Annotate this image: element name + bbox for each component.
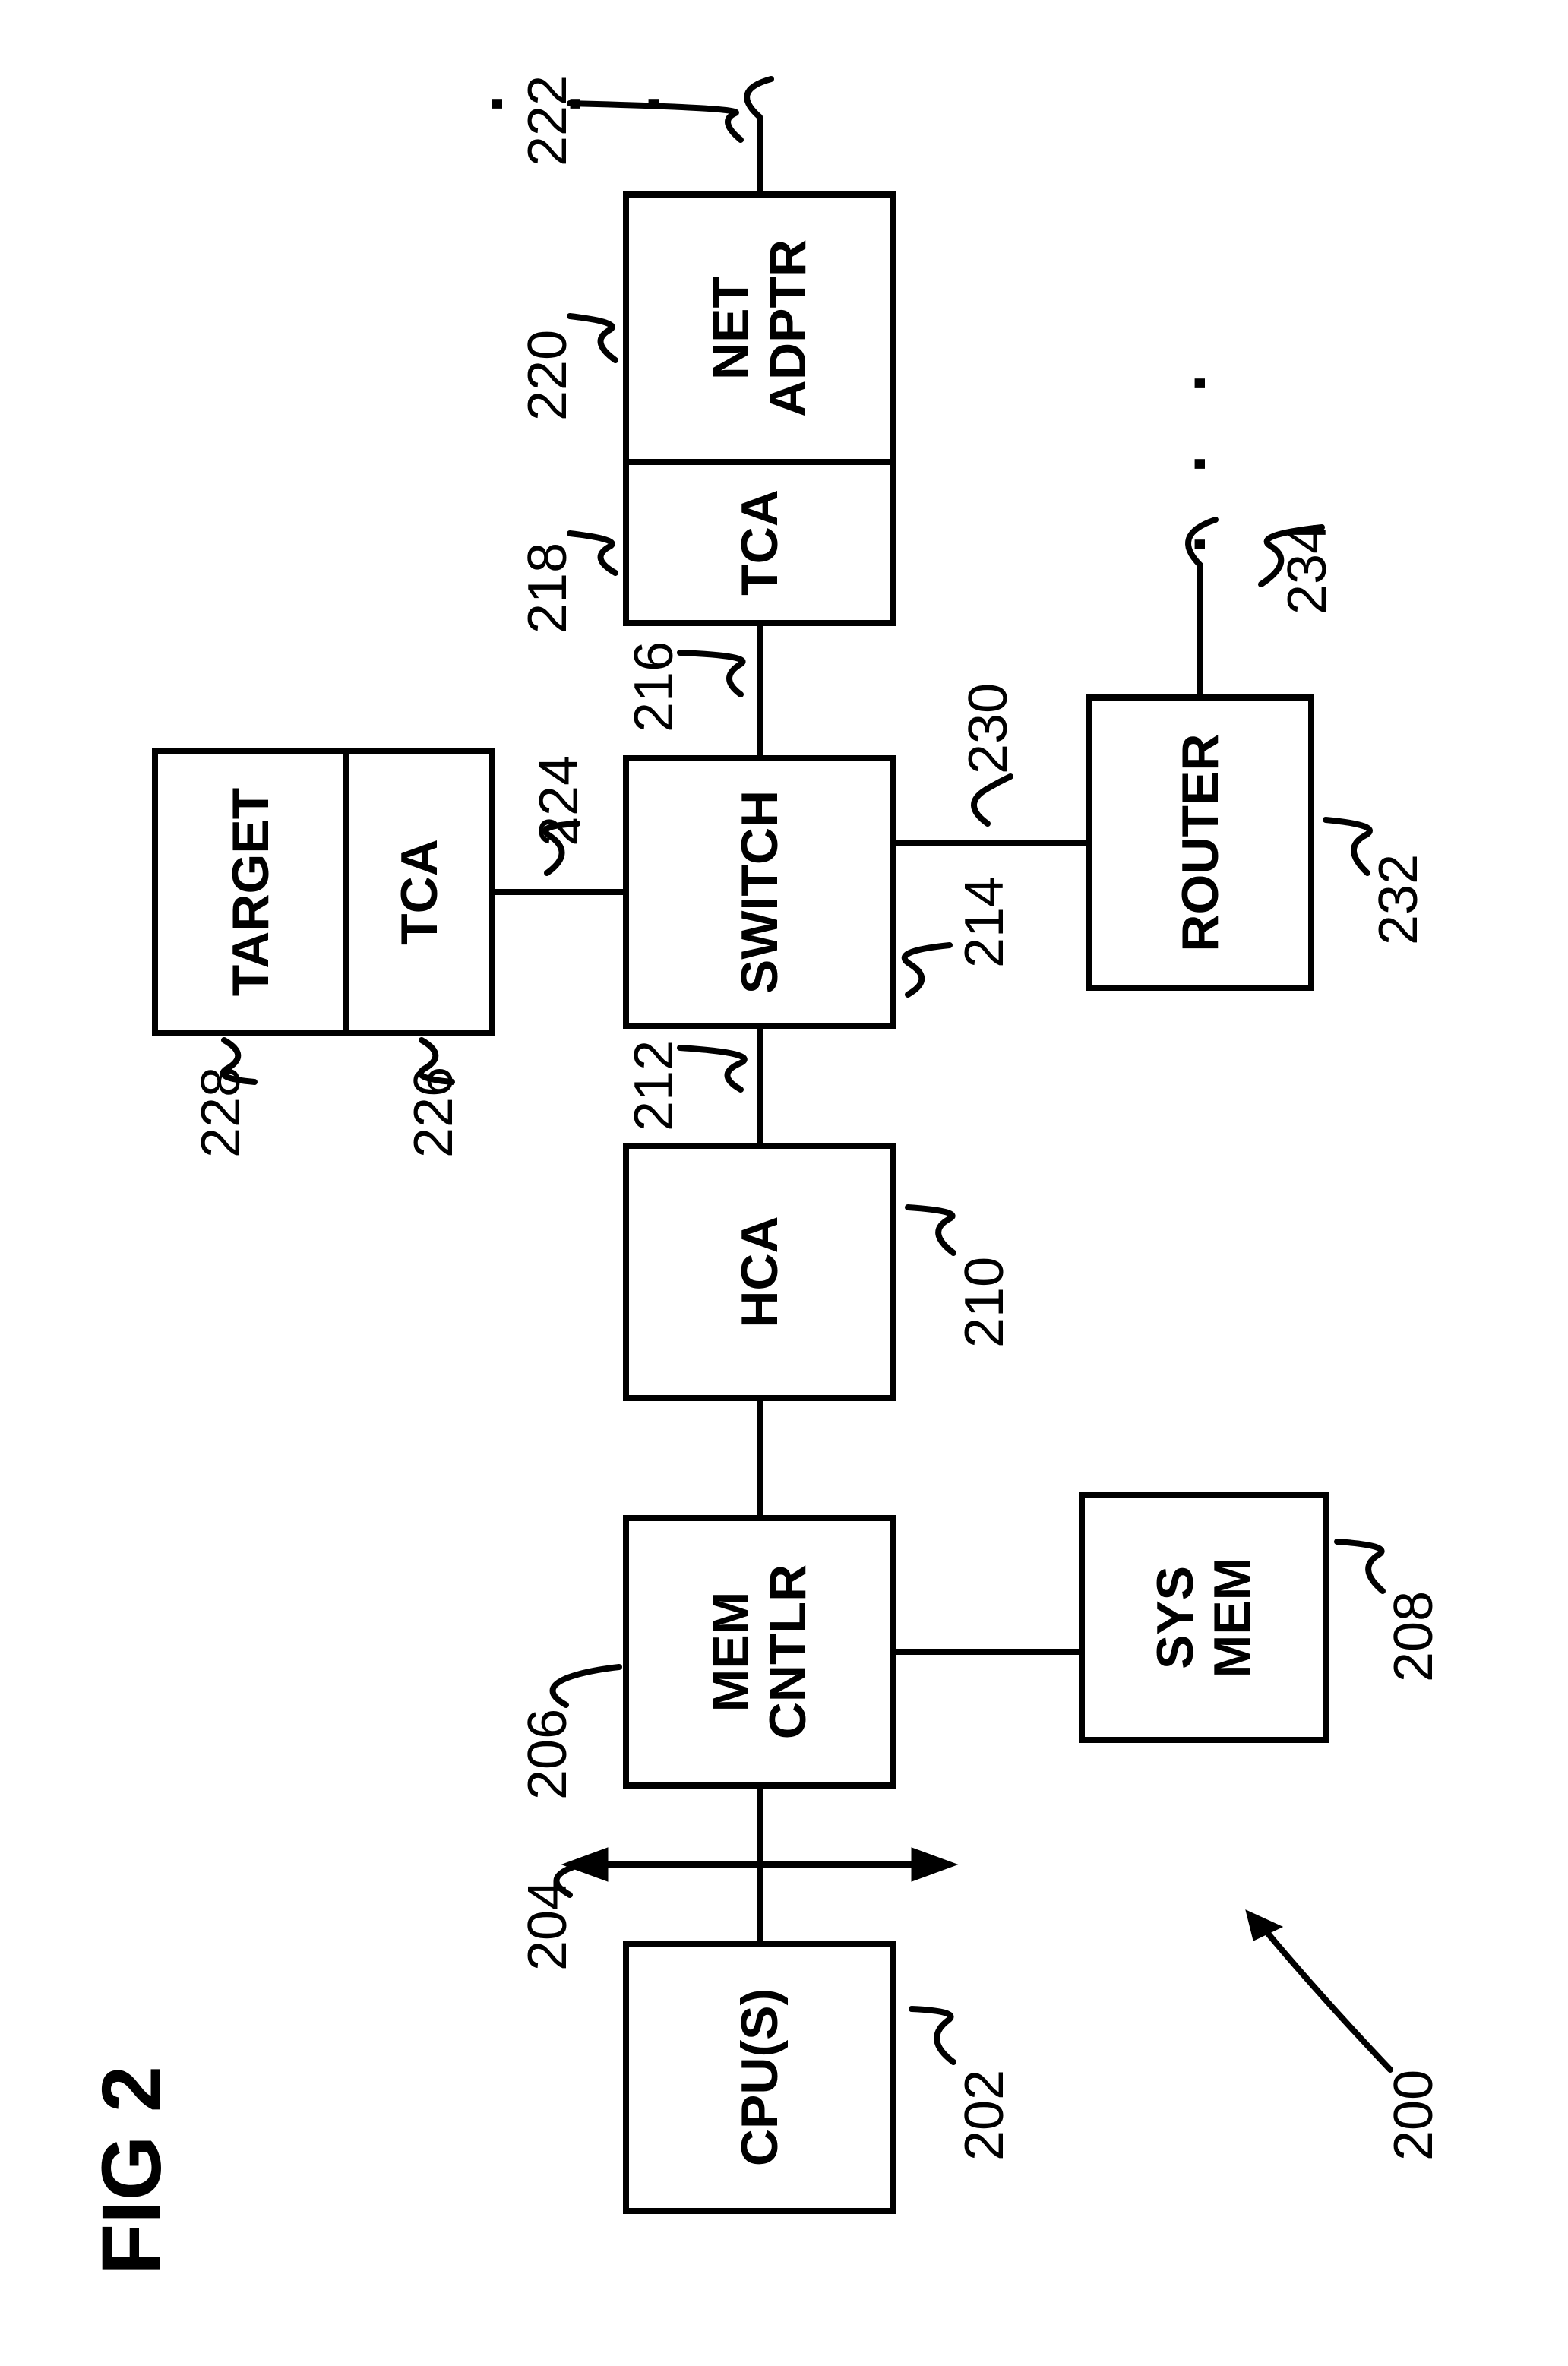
block-router-label: ROUTER bbox=[1172, 733, 1229, 951]
ellipsis-router: . . . bbox=[1143, 353, 1222, 554]
ref-206: 206 bbox=[517, 1709, 579, 1800]
block-hca-label: HCA bbox=[732, 1216, 789, 1327]
ref-234: 234 bbox=[1276, 523, 1339, 615]
block-cpu: CPU(S) bbox=[623, 1941, 896, 2214]
block-hca: HCA bbox=[623, 1143, 896, 1401]
block-sysmem-label: SYS MEM bbox=[1147, 1558, 1261, 1678]
ref-200: 200 bbox=[1383, 2070, 1445, 2161]
ref-216: 216 bbox=[623, 641, 685, 732]
block-switch-label: SWITCH bbox=[732, 790, 789, 994]
ref-218: 218 bbox=[517, 542, 579, 634]
ref-230: 230 bbox=[957, 683, 1020, 774]
block-tca-right-label: TCA bbox=[732, 489, 789, 596]
ref-232: 232 bbox=[1367, 854, 1430, 945]
ref-220: 220 bbox=[517, 330, 579, 421]
ref-204: 204 bbox=[517, 1880, 579, 1971]
ref-214: 214 bbox=[953, 877, 1016, 968]
block-tca-top-label: TCA bbox=[391, 839, 448, 945]
ref-208: 208 bbox=[1383, 1591, 1445, 1682]
block-switch: SWITCH bbox=[623, 755, 896, 1029]
ref-228: 228 bbox=[190, 1067, 252, 1158]
block-tca-top: TCA bbox=[343, 748, 495, 1036]
block-memctlr-label: MEM CNTLR bbox=[703, 1564, 817, 1739]
block-netadptr: NET ADPTR bbox=[623, 191, 896, 465]
block-target-label: TARGET bbox=[223, 788, 280, 997]
figure-label: FIG 2 bbox=[84, 2066, 180, 2275]
ref-212: 212 bbox=[623, 1040, 685, 1131]
ref-226: 226 bbox=[403, 1067, 465, 1158]
ref-224: 224 bbox=[528, 755, 590, 846]
ellipsis-netadptr: . . . bbox=[441, 0, 675, 113]
block-router: ROUTER bbox=[1086, 694, 1314, 991]
block-cpu-label: CPU(S) bbox=[732, 1988, 789, 2166]
ref-210: 210 bbox=[953, 1257, 1016, 1348]
block-memctlr: MEM CNTLR bbox=[623, 1515, 896, 1789]
block-tca-right: TCA bbox=[623, 459, 896, 626]
ref-202: 202 bbox=[953, 2070, 1016, 2161]
block-netadptr-label: NET ADPTR bbox=[703, 239, 817, 417]
block-target: TARGET bbox=[152, 748, 349, 1036]
block-sysmem: SYS MEM bbox=[1079, 1492, 1329, 1743]
